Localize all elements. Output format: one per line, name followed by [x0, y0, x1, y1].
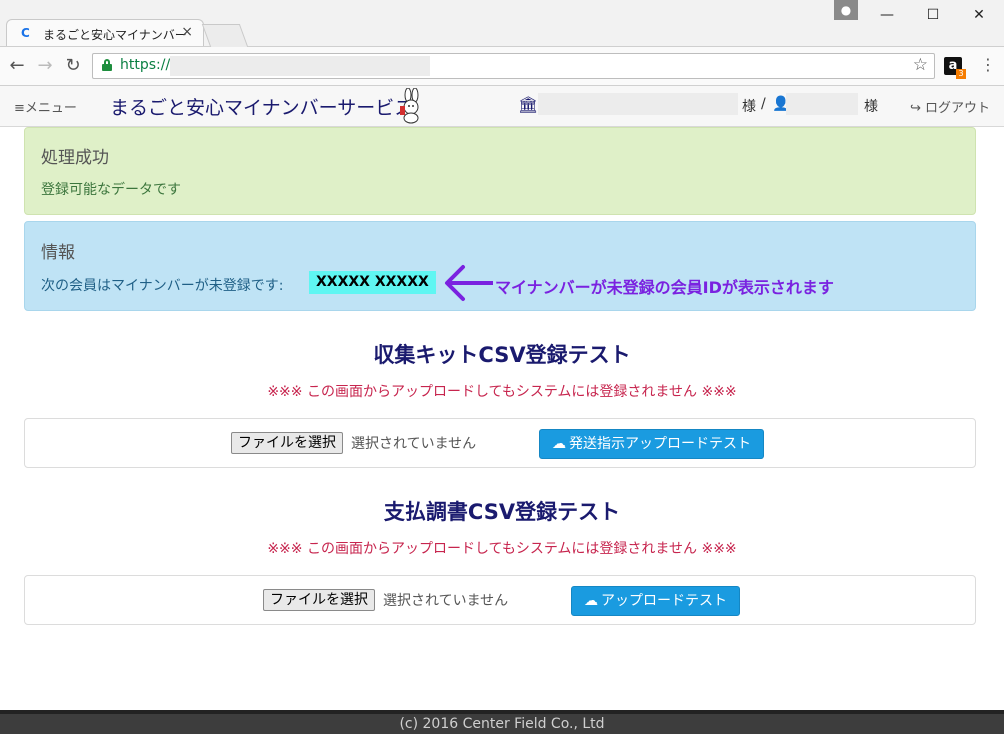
success-alert: 処理成功 登録可能なデータです [24, 127, 976, 215]
new-tab-button[interactable] [201, 24, 249, 47]
logout-icon: ↪ [910, 101, 926, 116]
browser-menu-icon[interactable]: ⋮ [980, 55, 996, 74]
file-select-button[interactable]: ファイルを選択 [263, 589, 375, 611]
menu-button[interactable]: ≡メニュー [14, 97, 77, 116]
address-bar-row: ← → ↻ https:// ☆ a 3 ⋮ [0, 47, 1004, 86]
bookmark-star-icon[interactable]: ☆ [913, 55, 928, 75]
rabbit-mascot-icon [400, 88, 419, 124]
section-warning-kit-csv: ※※※ この画面からアップロードしてもシステムには登録されません ※※※ [267, 384, 737, 400]
extension-badge: 3 [956, 69, 966, 79]
logout-label: ログアウト [925, 101, 991, 116]
shipping-upload-test-button[interactable]: ☁ 発送指示アップロードテスト [539, 429, 764, 459]
upload-button-label: 発送指示アップロードテスト [569, 436, 751, 452]
back-arrow-icon[interactable]: ← [6, 55, 28, 77]
nav-separator: / [761, 96, 766, 112]
url-redacted [170, 56, 430, 76]
profile-icon[interactable]: ● [834, 0, 858, 20]
info-title: 情報 [41, 243, 75, 263]
url-input[interactable]: https:// ☆ [92, 53, 935, 79]
user-name-redacted [786, 93, 858, 115]
cloud-upload-icon: ☁ [584, 593, 598, 609]
url-text: https:// [120, 57, 171, 73]
annotation-text: マイナンバーが未登録の会員IDが表示されます [495, 278, 834, 297]
info-message: 次の会員はマイナンバーが未登録です: [41, 278, 284, 294]
app-navbar: ≡メニュー まるごと安心マイナンバーサービス 🏛 様 / 👤 様 ↪ ログアウト [0, 86, 1004, 127]
section-title-payment-csv: 支払調書CSV登録テスト [383, 500, 621, 524]
upload-panel-payment-csv: ファイルを選択 選択されていません ☁ アップロードテスト [24, 575, 976, 625]
upload-button-label: アップロードテスト [601, 593, 727, 609]
org-honorific: 様 [742, 99, 756, 115]
maximize-button[interactable]: ☐ [910, 0, 956, 30]
org-name-redacted [538, 93, 738, 115]
cloud-upload-icon: ☁ [552, 436, 566, 452]
page-footer: (c) 2016 Center Field Co., Ltd [0, 710, 1004, 734]
member-id-highlight: XXXXX XXXXX [309, 271, 436, 294]
forward-arrow-icon[interactable]: → [34, 55, 56, 77]
minimize-button[interactable]: — [864, 0, 910, 30]
file-select-button[interactable]: ファイルを選択 [231, 432, 343, 454]
lock-icon [102, 59, 112, 71]
success-title: 処理成功 [41, 148, 109, 168]
browser-titlebar: C まるごと安心マイナンバー × ● — ☐ ✕ [0, 0, 1004, 47]
logout-button[interactable]: ↪ ログアウト [910, 97, 990, 116]
file-status-text: 選択されていません [383, 593, 509, 609]
tab-title: まるごと安心マイナンバー [43, 28, 187, 42]
close-window-button[interactable]: ✕ [956, 0, 1002, 30]
favicon-icon: C [21, 26, 30, 40]
brand-title[interactable]: まるごと安心マイナンバーサービス [110, 93, 413, 120]
upload-panel-kit-csv: ファイルを選択 選択されていません ☁ 発送指示アップロードテスト [24, 418, 976, 468]
success-message: 登録可能なデータです [41, 182, 181, 198]
reload-icon[interactable]: ↻ [62, 55, 84, 77]
upload-test-button[interactable]: ☁ アップロードテスト [571, 586, 740, 616]
annotation-arrow-icon [445, 265, 493, 301]
section-warning-payment-csv: ※※※ この画面からアップロードしてもシステムには登録されません ※※※ [267, 541, 737, 557]
user-honorific: 様 [864, 99, 878, 115]
section-title-kit-csv: 収集キットCSV登録テスト [373, 343, 631, 367]
browser-tab[interactable]: C まるごと安心マイナンバー × [6, 19, 204, 46]
file-status-text: 選択されていません [351, 436, 477, 452]
tab-close-icon[interactable]: × [181, 24, 193, 40]
bank-icon: 🏛 [518, 95, 539, 114]
info-alert: 情報 次の会員はマイナンバーが未登録です: XXXXX XXXXX マイナンバー… [24, 221, 976, 311]
